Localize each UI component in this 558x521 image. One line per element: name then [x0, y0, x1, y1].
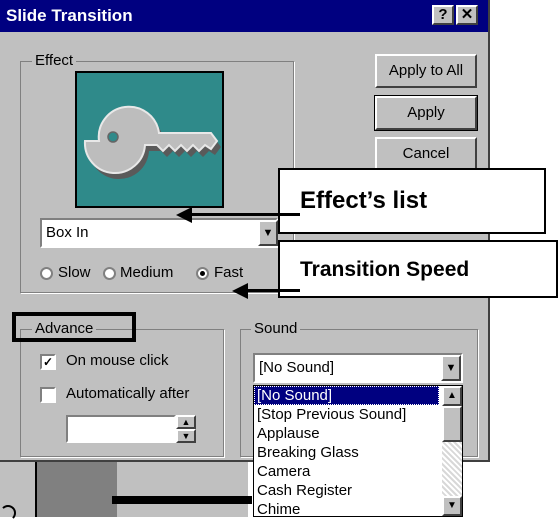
advance-highlight-box — [12, 312, 136, 342]
spin-up-button[interactable]: ▲ — [176, 415, 196, 429]
list-item[interactable]: Chime — [254, 500, 462, 516]
automatically-after-checkbox[interactable] — [40, 387, 56, 403]
speed-slow-radio[interactable] — [40, 267, 53, 280]
sound-group-label: Sound — [251, 321, 301, 337]
effects-list-arrow-head — [176, 207, 192, 223]
list-item[interactable]: Cash Register — [254, 481, 462, 500]
transition-preview — [75, 71, 224, 208]
background-window-bar — [112, 496, 252, 504]
sound-options-list[interactable]: [No Sound] [Stop Previous Sound] Applaus… — [253, 385, 463, 517]
chevron-down-icon[interactable]: ▼ — [258, 220, 278, 246]
background-window-strip — [35, 462, 117, 517]
effects-list-callout: Effect’s list — [278, 168, 546, 234]
background-window-corner — [0, 505, 16, 521]
automatically-after-label[interactable]: Automatically after — [66, 385, 189, 402]
spinner-icon[interactable]: ▲ ▼ — [176, 415, 196, 443]
transition-speed-callout-text: Transition Speed — [300, 258, 470, 281]
transition-speed-callout: Transition Speed — [278, 240, 558, 298]
scroll-up-button[interactable]: ▲ — [442, 386, 462, 406]
effect-select[interactable]: Box In — [40, 218, 278, 248]
transition-speed-arrow-head — [232, 283, 248, 299]
speed-slow-label[interactable]: Slow — [58, 264, 91, 281]
transition-speed-arrow — [248, 289, 300, 292]
title-bar[interactable]: Slide Transition ? ✕ — [0, 0, 488, 32]
list-scrollbar[interactable]: ▲ ▼ — [442, 386, 462, 516]
list-item[interactable]: [No Sound] — [254, 386, 439, 405]
sound-select-value: [No Sound] — [259, 359, 335, 376]
dialog-title: Slide Transition — [6, 6, 133, 25]
effects-list-arrow — [190, 213, 300, 216]
effects-list-callout-text: Effect’s list — [300, 187, 428, 214]
sound-dropdown-icon[interactable]: ▼ — [441, 355, 461, 381]
effect-group-label: Effect — [32, 53, 77, 69]
seconds-input[interactable] — [66, 415, 176, 443]
apply-to-all-button[interactable]: Apply to All — [375, 54, 477, 88]
apply-button[interactable]: Apply — [374, 95, 478, 131]
speed-fast-radio[interactable] — [196, 267, 209, 280]
on-mouse-click-label[interactable]: On mouse click — [66, 352, 169, 369]
help-button[interactable]: ? — [432, 5, 454, 25]
speed-medium-radio[interactable] — [103, 267, 116, 280]
list-item[interactable]: Applause — [254, 424, 462, 443]
spin-down-button[interactable]: ▼ — [176, 429, 196, 443]
list-item[interactable]: [Stop Previous Sound] — [254, 405, 462, 424]
sound-select[interactable]: [No Sound] — [253, 353, 463, 383]
scroll-thumb[interactable] — [442, 406, 462, 442]
key-icon — [83, 105, 221, 180]
close-button[interactable]: ✕ — [456, 5, 478, 25]
scroll-down-button[interactable]: ▼ — [442, 496, 462, 516]
list-item[interactable]: Breaking Glass — [254, 443, 462, 462]
effect-select-value: Box In — [46, 224, 89, 241]
speed-medium-label[interactable]: Medium — [120, 264, 173, 281]
on-mouse-click-checkbox[interactable]: ✓ — [40, 354, 56, 370]
cancel-button[interactable]: Cancel — [375, 137, 477, 171]
list-item[interactable]: Camera — [254, 462, 462, 481]
speed-fast-label[interactable]: Fast — [214, 264, 243, 281]
